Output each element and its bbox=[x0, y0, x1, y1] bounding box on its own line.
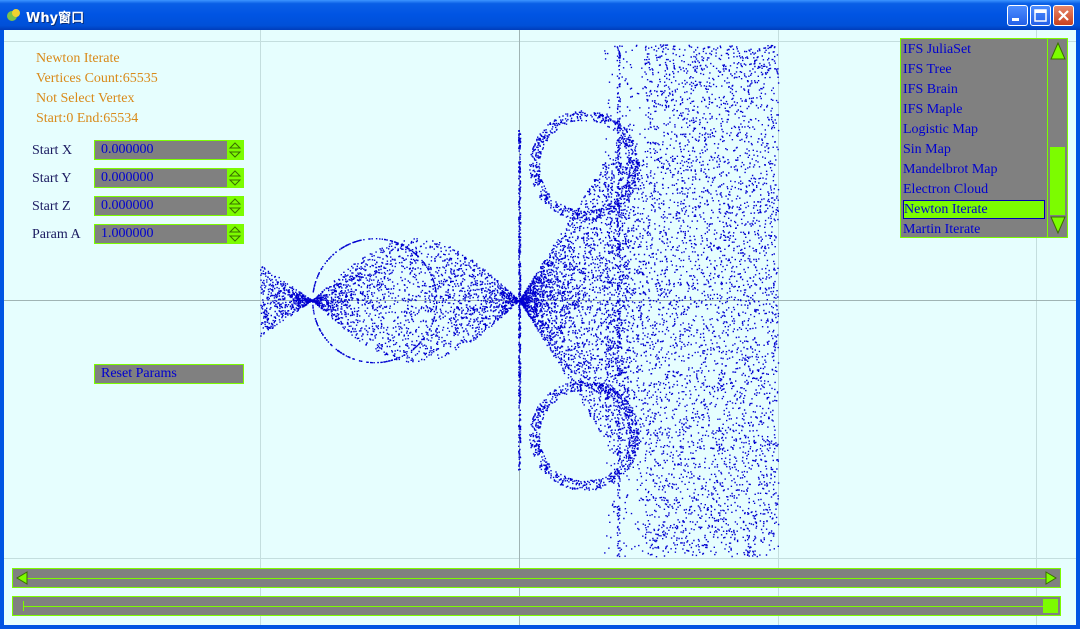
close-icon bbox=[1058, 10, 1069, 21]
selection-status-text: Not Select Vertex bbox=[36, 91, 135, 106]
end-range-slider[interactable] bbox=[12, 596, 1061, 616]
end-range-slider-thumb[interactable] bbox=[1043, 599, 1058, 613]
slider-track bbox=[23, 578, 1050, 579]
range-text: Start:0 End:65534 bbox=[36, 111, 139, 126]
list-item[interactable]: IFS Maple bbox=[903, 100, 1045, 119]
minimize-icon bbox=[1012, 18, 1019, 21]
start-z-value[interactable]: 0.000000 bbox=[101, 198, 154, 214]
close-button[interactable] bbox=[1053, 5, 1074, 26]
list-scroll-thumb[interactable] bbox=[1050, 147, 1065, 215]
start-x-value[interactable]: 0.000000 bbox=[101, 142, 154, 158]
spin-arrows-icon[interactable] bbox=[227, 225, 243, 243]
fractal-points bbox=[260, 44, 780, 558]
slider-track bbox=[23, 606, 1050, 607]
reset-params-button[interactable]: Reset Params bbox=[94, 364, 244, 384]
start-y-spinbox[interactable]: 0.000000 bbox=[94, 168, 244, 188]
list-item[interactable]: Sin Map bbox=[903, 140, 1045, 159]
scroll-up-arrow-icon[interactable] bbox=[1049, 40, 1067, 62]
fractal-type-listbox[interactable]: IFS JuliaSet IFS Tree IFS Brain IFS Mapl… bbox=[900, 38, 1068, 238]
param-a-label: Param A bbox=[32, 227, 81, 242]
list-item[interactable]: Electron Cloud bbox=[903, 180, 1045, 199]
minimize-button[interactable] bbox=[1007, 5, 1028, 26]
param-a-spinbox[interactable]: 1.000000 bbox=[94, 224, 244, 244]
list-item[interactable]: Martin Iterate bbox=[903, 220, 1045, 239]
list-scrollbar[interactable] bbox=[1047, 39, 1067, 237]
app-window: Why窗口 Newton Iterate Vertices Count:6553… bbox=[0, 0, 1080, 629]
scroll-right-arrow-icon[interactable] bbox=[1044, 570, 1058, 586]
param-a-value[interactable]: 1.000000 bbox=[101, 226, 154, 242]
render-viewport[interactable]: Newton Iterate Vertices Count:65535 Not … bbox=[4, 30, 1076, 625]
start-x-spinbox[interactable]: 0.000000 bbox=[94, 140, 244, 160]
spin-arrows-icon[interactable] bbox=[227, 169, 243, 187]
spin-arrows-icon[interactable] bbox=[227, 197, 243, 215]
start-z-spinbox[interactable]: 0.000000 bbox=[94, 196, 244, 216]
slider-start-tick bbox=[23, 601, 24, 611]
fractal-name-text: Newton Iterate bbox=[36, 51, 120, 66]
app-icon bbox=[7, 9, 20, 21]
list-item[interactable]: IFS Brain bbox=[903, 80, 1045, 99]
vertices-count-text: Vertices Count:65535 bbox=[36, 71, 158, 86]
scroll-left-arrow-icon[interactable] bbox=[15, 570, 29, 586]
start-z-label: Start Z bbox=[32, 199, 71, 214]
start-y-value[interactable]: 0.000000 bbox=[101, 170, 154, 186]
start-y-label: Start Y bbox=[32, 171, 72, 186]
list-item[interactable]: Mandelbrot Map bbox=[903, 160, 1045, 179]
maximize-button[interactable] bbox=[1030, 5, 1051, 26]
window-title: Why窗口 bbox=[26, 11, 85, 26]
list-item-selected[interactable]: Newton Iterate bbox=[903, 200, 1045, 219]
list-item[interactable]: Logistic Map bbox=[903, 120, 1045, 139]
scroll-down-arrow-icon[interactable] bbox=[1049, 214, 1067, 236]
start-x-label: Start X bbox=[32, 143, 73, 158]
list-item[interactable]: IFS Tree bbox=[903, 60, 1045, 79]
spin-arrows-icon[interactable] bbox=[227, 141, 243, 159]
maximize-icon bbox=[1034, 9, 1047, 22]
start-range-slider[interactable] bbox=[12, 568, 1061, 588]
list-item[interactable]: IFS JuliaSet bbox=[903, 40, 1045, 59]
title-bar[interactable]: Why窗口 bbox=[0, 0, 1080, 30]
